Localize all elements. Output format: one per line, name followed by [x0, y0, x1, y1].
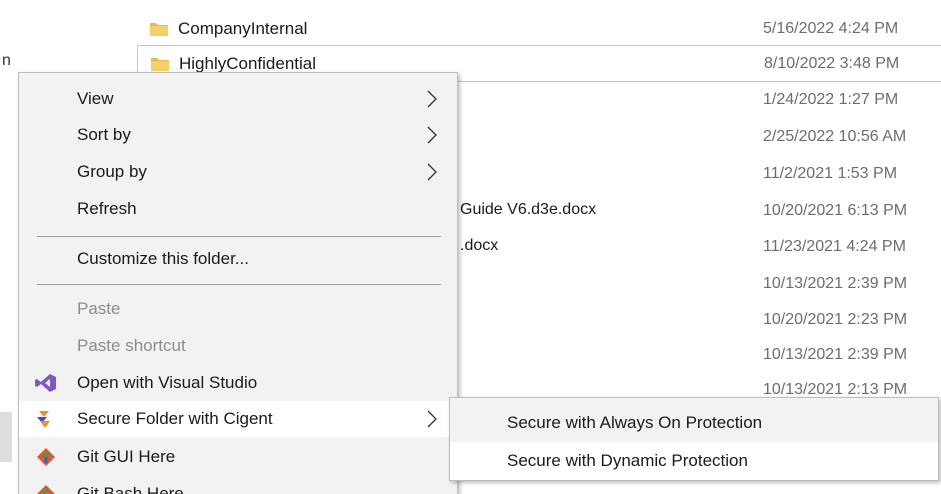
chevron-right-icon — [427, 90, 437, 108]
file-name: CompanyInternal — [178, 19, 308, 38]
menu-item-label: Secure Folder with Cigent — [77, 409, 273, 428]
menu-item-label: Group by — [77, 162, 147, 181]
menu-item-label: Git Bash Here — [77, 484, 184, 494]
menu-item-git-bash[interactable]: Git Bash Here — [19, 476, 457, 494]
nav-pane-fragment: n — [2, 52, 11, 69]
file-date: 10/13/2021 2:39 PM — [763, 275, 908, 292]
menu-item-label: Sort by — [77, 125, 131, 144]
menu-item-view[interactable]: View — [19, 81, 457, 117]
menu-item-paste[interactable]: Paste — [19, 291, 457, 327]
submenu-item-dynamic[interactable]: Secure with Dynamic Protection — [450, 442, 938, 480]
chevron-right-icon — [427, 163, 437, 181]
file-date: 5/16/2022 4:24 PM — [763, 20, 899, 37]
folder-icon — [151, 58, 169, 71]
file-date: 2/25/2022 10:56 AM — [763, 128, 907, 145]
menu-item-sort-by[interactable]: Sort by — [19, 117, 457, 153]
context-menu: View Sort by Group by Refresh Customize … — [18, 72, 458, 494]
file-row[interactable]: CompanyInternal 5/16/2022 4:24 PM — [0, 11, 941, 48]
menu-item-label: Paste — [77, 299, 121, 318]
file-date: 11/23/2021 4:24 PM — [763, 238, 906, 255]
file-date: 10/13/2021 2:39 PM — [763, 346, 908, 363]
file-date: 1/24/2022 1:27 PM — [763, 91, 899, 108]
menu-item-label: Git GUI Here — [77, 447, 176, 466]
menu-item-secure-folder-cigent[interactable]: Secure Folder with Cigent — [19, 401, 457, 437]
file-date: 11/2/2021 1:53 PM — [763, 165, 898, 182]
submenu-item-label: Secure with Always On Protection — [507, 413, 763, 432]
file-date: 10/20/2021 6:13 PM — [763, 202, 908, 219]
chevron-right-icon — [427, 410, 437, 428]
file-date: 10/20/2021 2:23 PM — [763, 311, 908, 328]
cigent-icon — [37, 411, 50, 428]
visual-studio-icon — [35, 374, 56, 392]
submenu-item-label: Secure with Dynamic Protection — [507, 451, 748, 470]
folder-icon — [150, 23, 168, 36]
git-bash-icon — [37, 485, 55, 494]
chevron-right-icon — [427, 126, 437, 144]
file-name: .docx — [460, 237, 499, 254]
menu-item-group-by[interactable]: Group by — [19, 154, 457, 190]
menu-item-label: Open with Visual Studio — [77, 373, 258, 392]
menu-separator — [37, 236, 441, 237]
menu-item-label: Customize this folder... — [77, 249, 249, 268]
menu-separator — [37, 284, 441, 285]
menu-item-label: View — [77, 89, 114, 108]
menu-item-label: Refresh — [77, 199, 137, 218]
menu-item-label: Paste shortcut — [77, 336, 186, 355]
file-name: Guide V6.d3e.docx — [460, 201, 597, 218]
file-date: 8/10/2022 3:48 PM — [764, 55, 900, 72]
menu-item-open-visual-studio[interactable]: Open with Visual Studio — [19, 365, 457, 401]
git-gui-icon — [37, 448, 55, 466]
menu-item-paste-shortcut[interactable]: Paste shortcut — [19, 328, 457, 364]
cigent-submenu: Secure with Always On Protection Secure … — [449, 397, 939, 481]
submenu-item-always-on[interactable]: Secure with Always On Protection — [450, 404, 938, 442]
menu-item-git-gui[interactable]: Git GUI Here — [19, 439, 457, 475]
menu-item-refresh[interactable]: Refresh — [19, 191, 457, 227]
nav-pane-edge — [0, 412, 12, 462]
menu-item-customize-folder[interactable]: Customize this folder... — [19, 241, 457, 277]
file-name: HighlyConfidential — [179, 54, 317, 73]
